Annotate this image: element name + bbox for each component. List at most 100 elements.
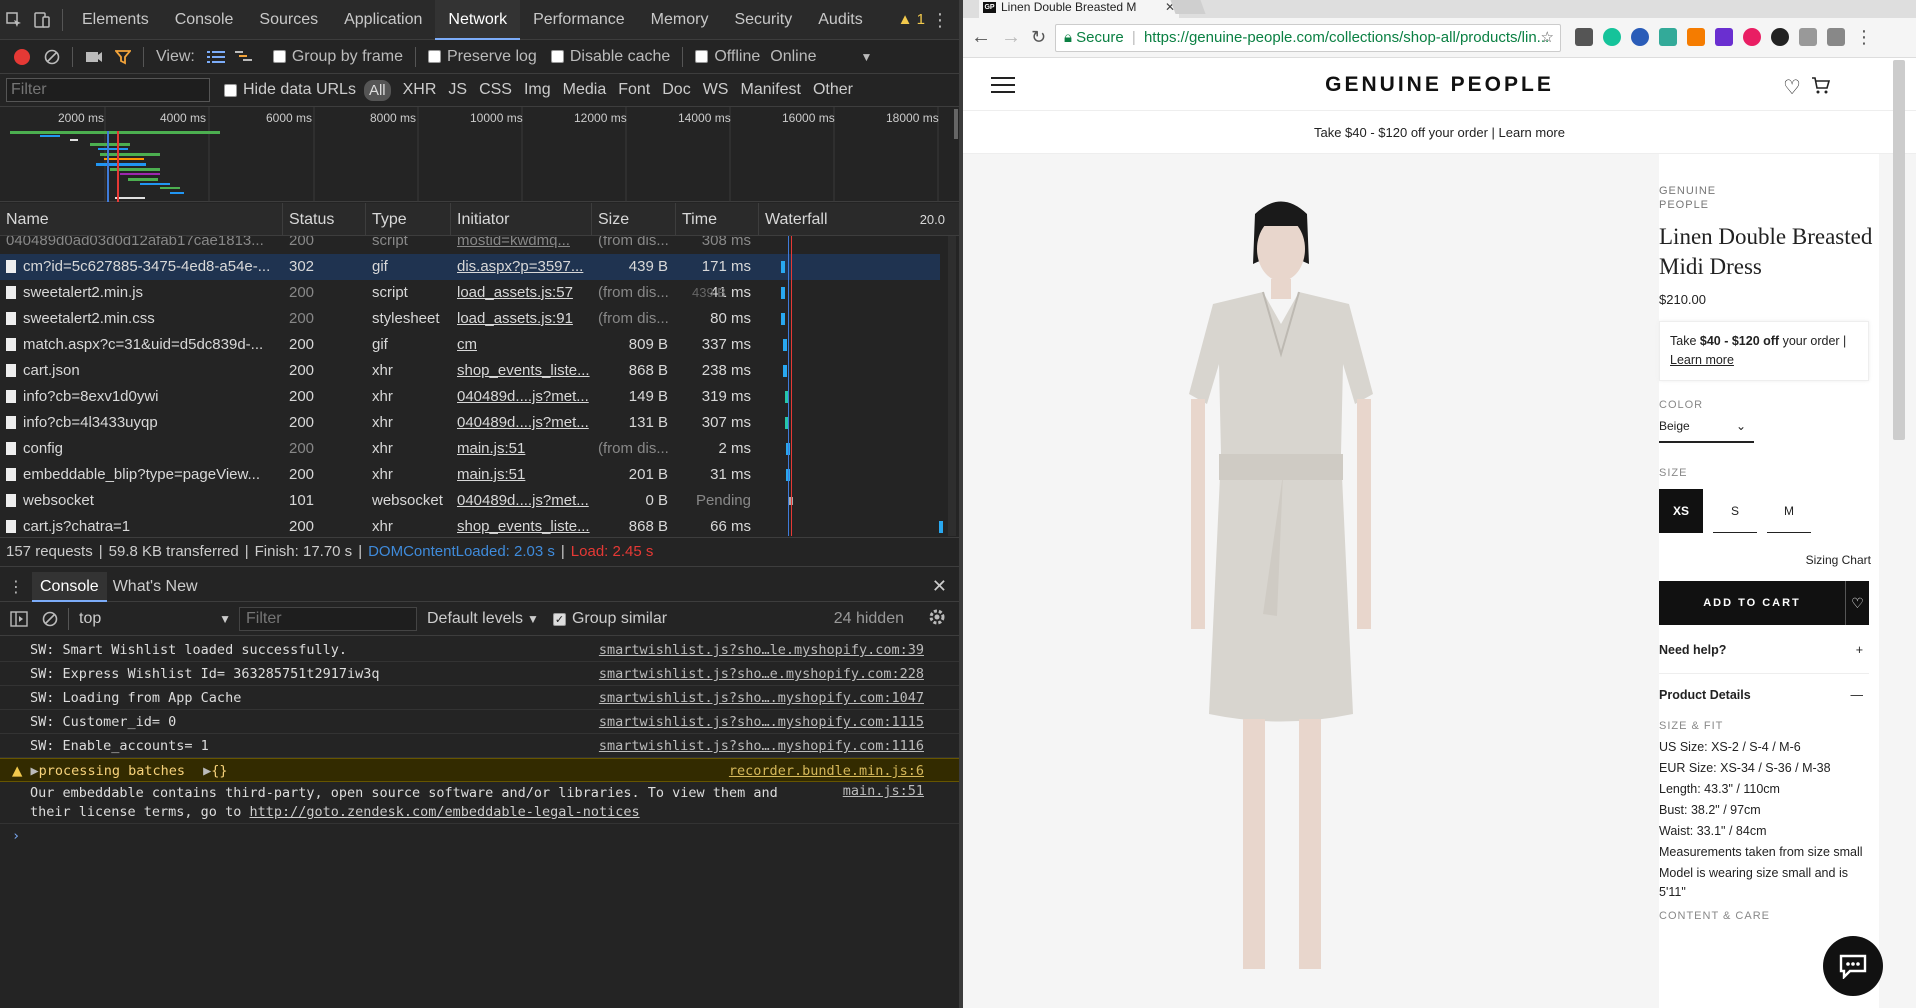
close-drawer-icon[interactable]: ✕ — [932, 576, 947, 597]
filter-type-other[interactable]: Other — [813, 81, 853, 99]
group-by-frame-checkbox[interactable] — [272, 50, 286, 63]
log-levels-select[interactable]: Default levels ▼ — [427, 610, 539, 628]
console-warning-line[interactable]: ▲ ▶processing batches ▶{} recorder.bundl… — [0, 758, 959, 782]
legal-notices-link[interactable]: http://goto.zendesk.com/embeddable-legal… — [249, 804, 639, 820]
context-select[interactable]: top ▼ — [79, 610, 239, 628]
color-select[interactable]: Beige ⌄ — [1659, 419, 1754, 443]
screenshot-icon[interactable] — [85, 50, 103, 64]
browser-tab[interactable]: GP Linen Double Breasted M ✕ — [979, 0, 1179, 18]
tab-elements[interactable]: Elements — [69, 0, 162, 40]
table-row[interactable]: websocket 101 websocket 040489d....js?met..… — [0, 488, 940, 514]
throttling-select[interactable]: Online ▼ — [770, 48, 872, 66]
console-source-link[interactable]: smartwishlist.js?sho….myshopify.com:1116 — [599, 734, 924, 758]
table-row[interactable]: cart.json 200 xhr shop_events_liste... 868 B… — [0, 358, 940, 384]
size-option-m[interactable]: M — [1767, 489, 1811, 533]
eyedropper-extension-icon[interactable] — [1575, 28, 1593, 46]
console-source-link[interactable]: smartwishlist.js?sho…e.myshopify.com:228 — [599, 662, 924, 686]
drawer-menu-icon[interactable]: ⋮ — [0, 577, 32, 597]
filter-type-all[interactable]: All — [363, 79, 391, 101]
chat-widget-button[interactable] — [1823, 936, 1883, 996]
table-row[interactable]: info?cb=8exv1d0ywi 200 xhr 040489d....js?me… — [0, 384, 940, 410]
forward-icon[interactable]: → — [1001, 26, 1021, 49]
console-settings-icon[interactable] — [927, 607, 947, 627]
blue-extension-icon[interactable] — [1631, 28, 1649, 46]
settings-extension-icon[interactable] — [1827, 28, 1845, 46]
offline-checkbox[interactable] — [695, 50, 709, 63]
table-row[interactable]: info?cb=4l3433uyqp 200 xhr 040489d....js?me… — [0, 410, 940, 436]
console-source-link[interactable]: main.js:51 — [843, 782, 924, 801]
inspect-element-icon[interactable] — [0, 0, 28, 40]
tab-network[interactable]: Network — [435, 0, 521, 40]
table-row[interactable]: cm?id=5c627885-3475-4ed8-a54e-... 302 gif d… — [0, 254, 940, 280]
filter-type-img[interactable]: Img — [524, 81, 551, 99]
filter-type-doc[interactable]: Doc — [662, 81, 690, 99]
product-photo-model[interactable] — [963, 154, 1659, 1008]
request-initiator[interactable]: shop_events_liste... — [451, 514, 592, 536]
grammarly-extension-icon[interactable] — [1603, 28, 1621, 46]
table-row[interactable]: sweetalert2.min.css 200 stylesheet load_ass… — [0, 306, 940, 332]
column-size[interactable]: Size — [592, 203, 676, 236]
hide-data-urls-checkbox[interactable] — [224, 83, 237, 97]
filter-type-manifest[interactable]: Manifest — [740, 81, 800, 99]
request-initiator[interactable]: 040489d....js?met... — [451, 488, 592, 514]
wishlist-heart-icon[interactable]: ♡ — [1783, 75, 1801, 100]
request-initiator[interactable]: shop_events_liste... — [451, 358, 592, 384]
console-source-link[interactable]: smartwishlist.js?sho….myshopify.com:1047 — [599, 686, 924, 710]
network-filter-input[interactable] — [6, 78, 210, 102]
chrome-menu-icon[interactable]: ⋮ — [1855, 28, 1873, 46]
site-logo[interactable]: GENUINE PEOPLE — [963, 73, 1916, 97]
orange-extension-icon[interactable] — [1687, 28, 1705, 46]
column-name[interactable]: Name — [0, 203, 283, 236]
gray-extension-icon[interactable] — [1799, 28, 1817, 46]
offer-learn-more-link[interactable]: Learn more — [1670, 353, 1734, 367]
console-sidebar-icon[interactable] — [10, 611, 28, 627]
size-option-s[interactable]: S — [1713, 489, 1757, 533]
expand-arrow-icon[interactable]: ▶ — [31, 763, 39, 779]
size-option-xs[interactable]: XS — [1659, 489, 1703, 533]
promo-banner[interactable]: Take $40 - $120 off your order | Learn m… — [963, 112, 1916, 154]
cart-icon[interactable] — [1811, 75, 1831, 95]
add-to-cart-button[interactable]: ADD TO CART — [1659, 581, 1845, 625]
address-bar[interactable]: 🔒︎ Secure | https://genuine-people.com/c… — [1055, 24, 1561, 52]
column-type[interactable]: Type — [366, 203, 451, 236]
column-initiator[interactable]: Initiator — [451, 203, 592, 236]
request-initiator[interactable]: dis.aspx?p=3597... — [451, 254, 592, 280]
record-icon[interactable] — [14, 48, 30, 65]
table-row[interactable]: config 200 xhr main.js:51 (from dis... 2 ms — [0, 436, 940, 462]
tab-security[interactable]: Security — [721, 0, 805, 40]
clear-console-icon[interactable] — [42, 611, 58, 627]
column-waterfall[interactable]: Waterfall 20.0 — [759, 203, 959, 236]
filter-type-media[interactable]: Media — [563, 81, 607, 99]
s-extension-icon[interactable] — [1659, 28, 1677, 46]
table-scrollbar[interactable] — [948, 236, 956, 536]
large-rows-icon[interactable] — [206, 50, 225, 64]
tab-sources[interactable]: Sources — [246, 0, 331, 40]
pink-extension-icon[interactable] — [1743, 28, 1761, 46]
warning-counter[interactable]: ▲ 1 — [898, 0, 925, 40]
network-overview-timeline[interactable]: 2000 ms 4000 ms 6000 ms 8000 ms 10000 ms… — [0, 107, 959, 202]
table-row[interactable]: embeddable_blip?type=pageView... 200 xhr ma… — [0, 462, 940, 488]
product-brand[interactable]: GENUINE PEOPLE — [1659, 184, 1739, 212]
console-filter-input[interactable] — [239, 607, 417, 631]
table-row[interactable]: match.aspx?c=31&uid=d5dc839d-... 200 gif cm… — [0, 332, 940, 358]
tab-memory[interactable]: Memory — [638, 0, 722, 40]
tab-application[interactable]: Application — [331, 0, 435, 40]
request-initiator[interactable]: cm — [451, 332, 592, 358]
overview-handle[interactable] — [954, 109, 958, 139]
bookmark-star-icon[interactable]: ☆ — [1541, 25, 1554, 51]
filter-type-css[interactable]: CSS — [479, 81, 512, 99]
table-row[interactable]: sweetalert2.min.js 200 script load_assets.j… — [0, 280, 940, 306]
request-initiator[interactable]: mostid=kwdmq... — [451, 236, 592, 254]
console-source-link[interactable]: smartwishlist.js?sho….myshopify.com:1115 — [599, 710, 924, 734]
reload-icon[interactable]: ↻ — [1031, 27, 1046, 48]
disable-cache-checkbox[interactable] — [550, 50, 564, 63]
back-icon[interactable]: ← — [971, 26, 991, 49]
product-details-toggle[interactable]: Product Details — — [1659, 688, 1869, 702]
need-help-row[interactable]: Need help? + — [1659, 643, 1869, 657]
preserve-log-checkbox[interactable] — [428, 50, 441, 63]
request-initiator[interactable]: load_assets.js:57 — [451, 280, 592, 306]
clear-icon[interactable] — [44, 49, 60, 65]
filter-icon[interactable] — [115, 49, 131, 65]
drawer-tab-console[interactable]: Console — [32, 571, 107, 602]
console-source-link[interactable]: smartwishlist.js?sho…le.myshopify.com:39 — [599, 638, 924, 662]
